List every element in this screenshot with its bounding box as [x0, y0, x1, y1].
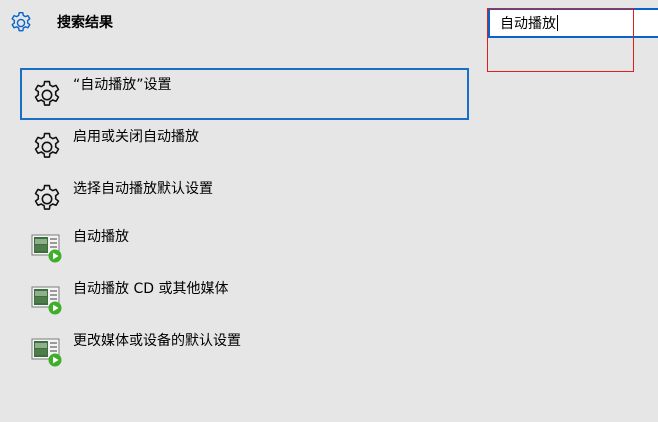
- result-toggle-autoplay[interactable]: 启用或关闭自动播放: [20, 120, 469, 172]
- search-results-list: “自动播放”设置 启用或关闭自动播放 选择自动播放默认设置 自动播放 自动播放 …: [20, 68, 469, 380]
- search-input[interactable]: 自动播放: [488, 8, 658, 38]
- gear-icon: [30, 130, 64, 164]
- result-label: 更改媒体或设备的默认设置: [73, 333, 241, 349]
- result-autoplay-defaults[interactable]: 选择自动播放默认设置: [20, 172, 469, 224]
- autoplay-app-icon: [30, 229, 64, 263]
- result-label: 选择自动播放默认设置: [73, 181, 213, 197]
- result-label: “自动播放”设置: [73, 77, 172, 93]
- gear-icon: [30, 182, 64, 216]
- search-input-value: 自动播放: [500, 16, 556, 32]
- text-caret: [557, 15, 558, 31]
- gear-icon: [30, 78, 64, 112]
- autoplay-app-icon: [30, 281, 64, 315]
- result-label: 自动播放: [73, 229, 129, 245]
- gear-icon[interactable]: [8, 10, 34, 36]
- result-autoplay-app[interactable]: 自动播放: [20, 224, 469, 276]
- result-label: 自动播放 CD 或其他媒体: [73, 281, 229, 297]
- result-label: 启用或关闭自动播放: [73, 129, 199, 145]
- result-media-defaults[interactable]: 更改媒体或设备的默认设置: [20, 328, 469, 380]
- page-title: 搜索结果: [57, 15, 113, 31]
- autoplay-app-icon: [30, 333, 64, 367]
- result-autoplay-settings[interactable]: “自动播放”设置: [20, 68, 469, 120]
- result-autoplay-cd[interactable]: 自动播放 CD 或其他媒体: [20, 276, 469, 328]
